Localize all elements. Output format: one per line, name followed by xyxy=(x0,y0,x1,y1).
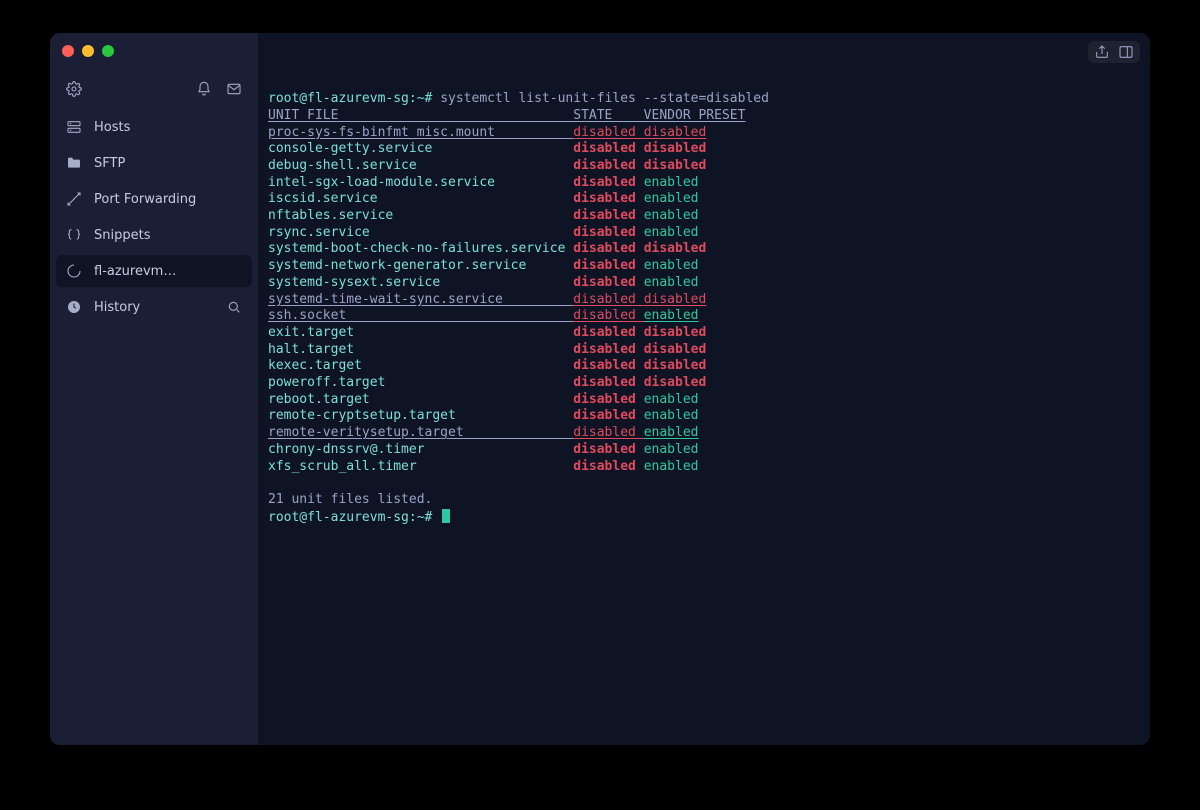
sidebar-item-hosts[interactable]: Hosts xyxy=(50,109,258,145)
sidebar-item-snippets[interactable]: Snippets xyxy=(50,217,258,253)
sidebar-item-label: History xyxy=(94,300,214,315)
sidebar-nav: Hosts SFTP Port Forwarding Snippets fl-azure… xyxy=(50,105,258,329)
maximize-window-button[interactable] xyxy=(102,45,114,57)
minimize-window-button[interactable] xyxy=(82,45,94,57)
folder-icon xyxy=(66,155,82,171)
search-icon[interactable] xyxy=(226,299,242,315)
sidebar-item-session[interactable]: fl-azurevm… xyxy=(56,255,252,287)
sidebar-toolbar xyxy=(50,65,258,105)
sidebar-item-history[interactable]: History xyxy=(50,289,258,325)
ports-icon xyxy=(66,191,82,207)
braces-icon xyxy=(66,227,82,243)
terminal-output: root@fl-azurevm-sg:~# systemctl list-uni… xyxy=(268,91,1140,526)
close-window-button[interactable] xyxy=(62,45,74,57)
terminal-pane[interactable]: root@fl-azurevm-sg:~# systemctl list-uni… xyxy=(258,33,1150,745)
terminal-toolbar xyxy=(1088,41,1140,63)
sidebar-item-sftp[interactable]: SFTP xyxy=(50,145,258,181)
sidebar-item-label: SFTP xyxy=(94,156,242,171)
window-controls xyxy=(50,33,258,65)
sidebar-item-label: Snippets xyxy=(94,228,242,243)
cursor xyxy=(442,509,450,523)
split-panel-icon[interactable] xyxy=(1118,44,1134,60)
app-window: Hosts SFTP Port Forwarding Snippets fl-azure… xyxy=(50,33,1150,745)
bell-icon[interactable] xyxy=(196,81,212,97)
gear-icon[interactable] xyxy=(66,81,82,97)
server-icon xyxy=(66,119,82,135)
sidebar-item-label: fl-azurevm… xyxy=(94,264,242,279)
spinner-icon xyxy=(66,263,82,279)
sidebar: Hosts SFTP Port Forwarding Snippets fl-azure… xyxy=(50,33,258,745)
share-icon[interactable] xyxy=(1094,44,1110,60)
sidebar-item-portfwd[interactable]: Port Forwarding xyxy=(50,181,258,217)
mail-icon[interactable] xyxy=(226,81,242,97)
sidebar-item-label: Hosts xyxy=(94,120,242,135)
sidebar-item-label: Port Forwarding xyxy=(94,192,242,207)
clock-icon xyxy=(66,299,82,315)
